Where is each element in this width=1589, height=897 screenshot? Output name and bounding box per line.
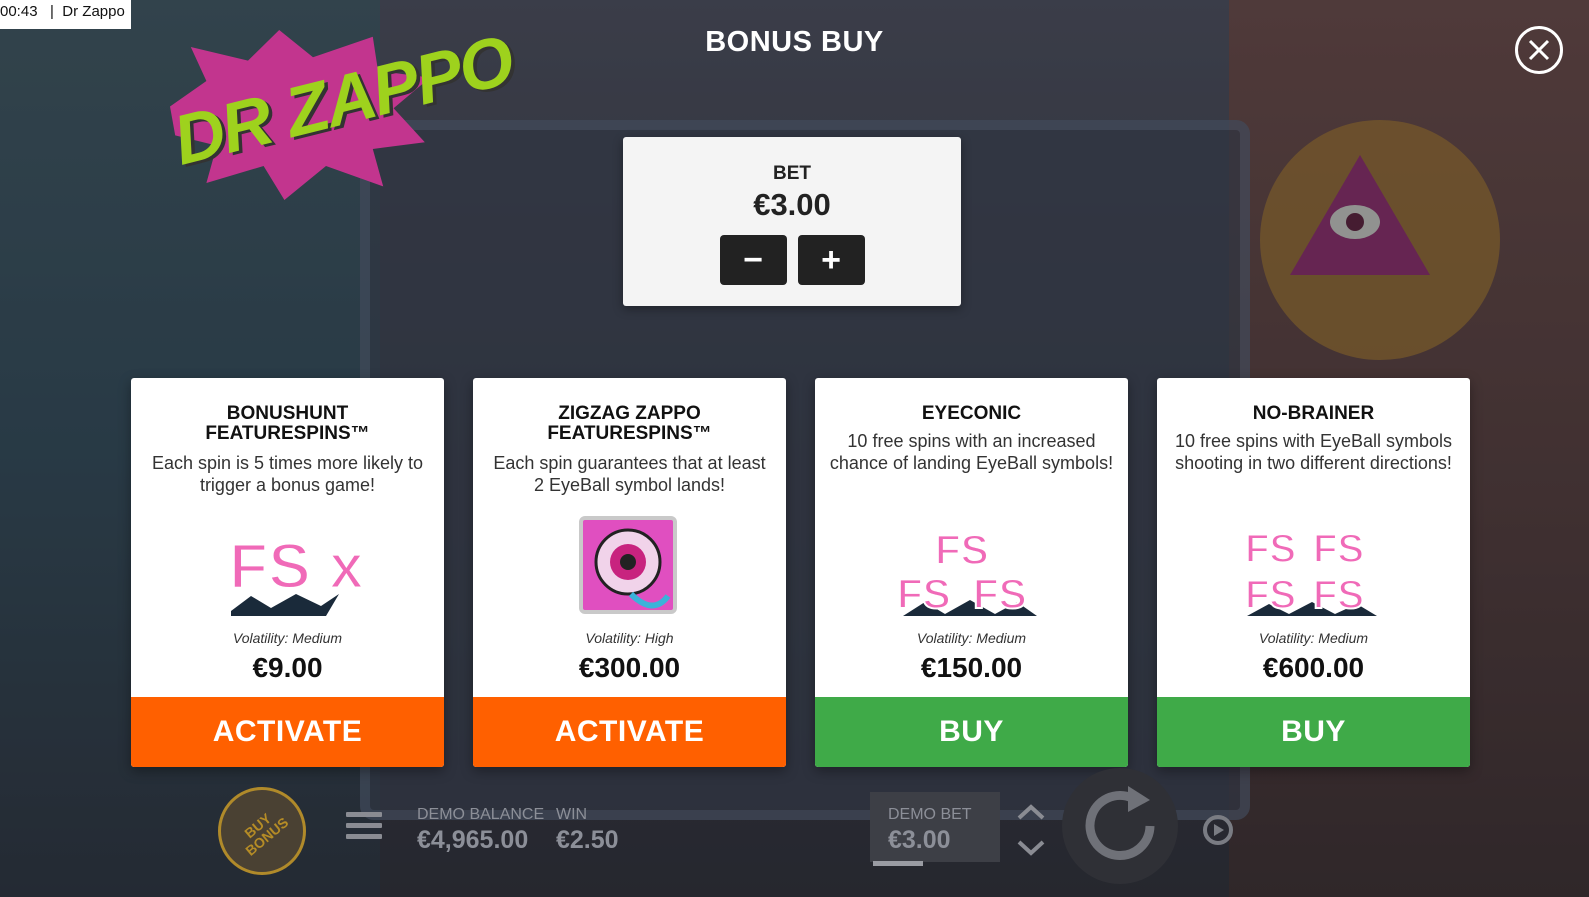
window-title: Dr Zappo xyxy=(62,3,125,20)
card-title: BONUSHUNT FEATURESPINS™ xyxy=(131,404,444,444)
eyeball-icon xyxy=(553,516,703,624)
close-icon xyxy=(1528,39,1550,61)
autoplay-icon[interactable] xyxy=(1200,812,1236,848)
win-value: €2.50 xyxy=(556,826,619,854)
fs-text: FS x5 xyxy=(229,530,361,602)
window-titlebar: 00:43 | Dr Zappo xyxy=(0,0,131,29)
fs-text-2: FS xyxy=(1313,527,1364,571)
spin-icon xyxy=(1085,786,1155,860)
fs-triple-icon: FS FS FS xyxy=(895,516,1045,624)
card-volatility: Volatility: Medium xyxy=(1258,630,1369,646)
buy-button[interactable]: BUY xyxy=(1157,697,1470,767)
chevron-down-icon xyxy=(1017,840,1045,856)
card-title: EYECONIC xyxy=(921,403,1022,424)
chevron-up-icon xyxy=(1017,804,1045,820)
panel-title: BONUS BUY xyxy=(705,26,884,58)
buy-button[interactable]: BUY xyxy=(815,697,1128,767)
demo-balance-value: €4,965.00 xyxy=(417,826,529,854)
win-label: WIN xyxy=(556,806,588,823)
plus-icon: + xyxy=(821,240,841,279)
bet-decrease-button[interactable]: − xyxy=(719,235,787,285)
bet-increase-button[interactable]: + xyxy=(797,235,865,285)
bet-arrows[interactable] xyxy=(1013,800,1049,860)
demo-bet-value: €3.00 xyxy=(888,826,951,854)
card-volatility: Volatility: Medium xyxy=(232,630,343,646)
card-eyeconic: EYECONIC 10 free spins with an increased… xyxy=(815,378,1128,767)
card-description: 10 free spins with EyeBall symbols shoot… xyxy=(1174,431,1453,473)
fs-text-4: FS xyxy=(1313,573,1364,617)
card-price: €300.00 xyxy=(578,652,681,683)
card-title-line1: BONUSHUNT xyxy=(226,403,349,424)
close-button[interactable] xyxy=(1515,26,1563,74)
demo-bet-underline xyxy=(873,861,923,866)
card-volatility: Volatility: Medium xyxy=(916,630,1027,646)
card-description: Each spin guarantees that at least 2 Eye… xyxy=(493,453,766,495)
menu-icon[interactable] xyxy=(346,812,382,842)
spin-button[interactable] xyxy=(1062,768,1178,884)
card-description: Each spin is 5 times more likely to trig… xyxy=(151,453,424,495)
card-price: €150.00 xyxy=(920,652,1023,683)
card-zigzag-zappo: ZIGZAG ZAPPO FEATURESPINS™ Each spin gua… xyxy=(473,378,786,767)
bet-selector: BET €3.00 − + xyxy=(623,137,961,306)
activate-button[interactable]: ACTIVATE xyxy=(473,697,786,767)
bet-value: €3.00 xyxy=(753,187,831,222)
card-price: €600.00 xyxy=(1262,652,1365,683)
card-description: 10 free spins with an increased chance o… xyxy=(829,431,1114,473)
card-no-brainer: NO-BRAINER 10 free spins with EyeBall sy… xyxy=(1157,378,1470,767)
demo-balance-label: DEMO BALANCE xyxy=(417,806,545,823)
clock-time: 00:43 xyxy=(0,3,38,20)
activate-button[interactable]: ACTIVATE xyxy=(131,697,444,767)
card-title: ZIGZAG ZAPPO FEATURESPINS™ xyxy=(473,404,786,444)
buy-bonus-button[interactable]: BUY BONUS xyxy=(218,787,306,875)
fs-text-right: FS xyxy=(973,570,1027,617)
titlebar-separator: | xyxy=(41,3,59,20)
card-bonushunt: BONUSHUNT FEATURESPINS™ Each spin is 5 t… xyxy=(131,378,444,767)
minus-icon: − xyxy=(743,240,763,279)
card-volatility: Volatility: High xyxy=(585,630,674,646)
card-title-line2: FEATURESPINS™ xyxy=(547,423,712,444)
demo-bet-label: DEMO BET xyxy=(888,806,972,823)
buy-bonus-label: BUY BONUS xyxy=(234,804,291,859)
fs-text-1: FS xyxy=(1245,527,1296,571)
card-title-line2: FEATURESPINS™ xyxy=(205,423,370,444)
fs-text-left: FS xyxy=(897,570,951,617)
fs-text-3: FS xyxy=(1245,573,1296,617)
bet-label: BET xyxy=(773,163,811,184)
fs-quad-icon: FS FS FS FS xyxy=(1237,516,1387,624)
card-title-line1: ZIGZAG ZAPPO xyxy=(558,403,701,424)
card-title: NO-BRAINER xyxy=(1252,403,1375,424)
card-price: €9.00 xyxy=(252,652,323,683)
fs-text-top: FS xyxy=(935,526,989,573)
fs-x5-icon: FS x5 xyxy=(211,516,401,624)
